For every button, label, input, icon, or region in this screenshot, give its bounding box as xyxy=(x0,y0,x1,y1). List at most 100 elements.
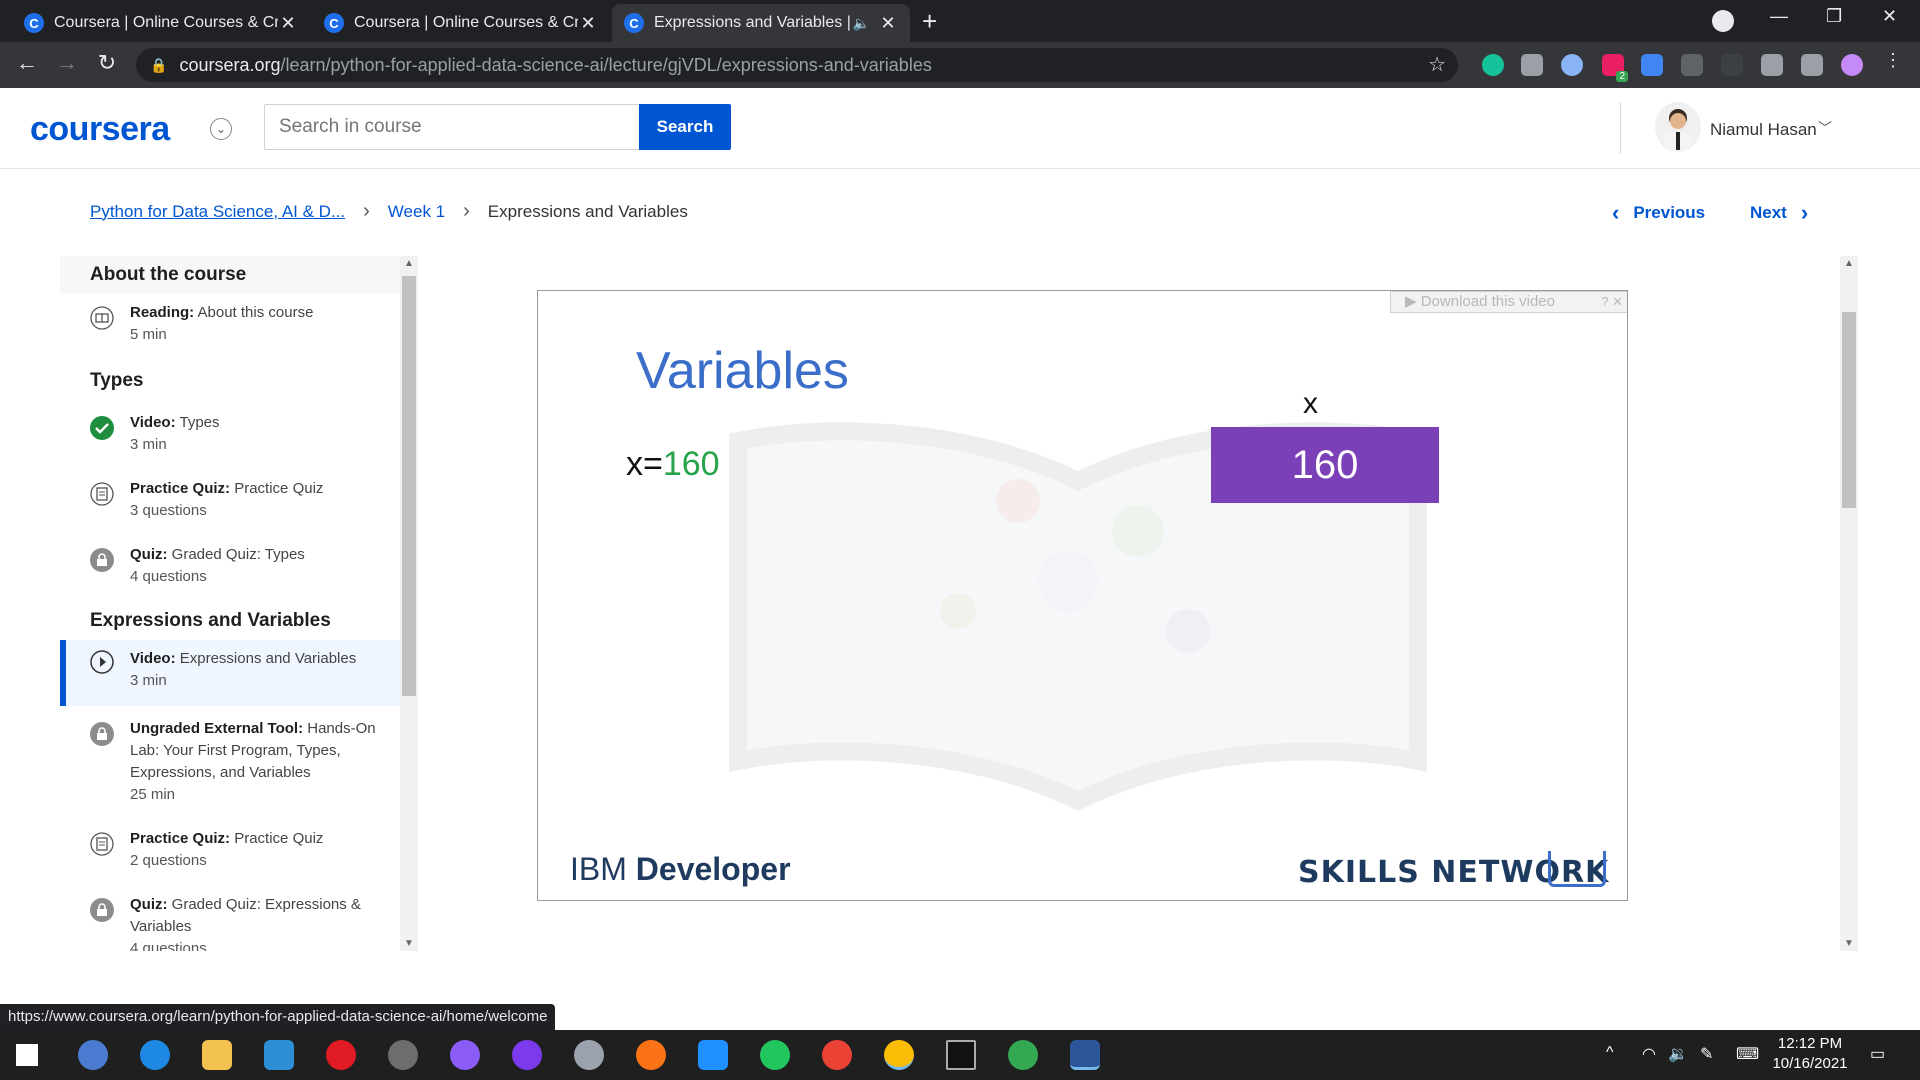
windows-start-icon[interactable] xyxy=(16,1044,38,1066)
maximize-button[interactable]: ❐ xyxy=(1826,6,1842,27)
outline-item[interactable]: Quiz: Graded Quiz: Types 4 questions xyxy=(60,544,400,600)
lock-icon xyxy=(90,548,114,572)
chevron-up-icon[interactable]: ^ xyxy=(1606,1044,1614,1062)
avatar[interactable] xyxy=(1655,102,1701,152)
next-button[interactable]: Next › xyxy=(1750,200,1808,226)
section-title: Expressions and Variables xyxy=(90,610,331,631)
quiz-icon xyxy=(90,832,114,856)
scroll-down-icon[interactable]: ▼ xyxy=(404,938,414,949)
video-player[interactable]: ▶ Download this video ? ✕ Variables x=16… xyxy=(537,290,1628,901)
chevron-right-icon: › xyxy=(363,200,370,222)
extension-badge: 2 xyxy=(1616,71,1628,82)
messenger-icon[interactable] xyxy=(450,1040,480,1070)
back-icon[interactable]: ← xyxy=(12,50,42,76)
profile-avatar-icon[interactable] xyxy=(1841,54,1863,76)
reading-list-icon[interactable] xyxy=(1801,54,1823,76)
item-type: Practice Quiz: xyxy=(130,480,231,497)
browser-tab-active[interactable]: C Expressions and Variables | Coursera 🔈… xyxy=(612,4,910,42)
download-extension-icon[interactable] xyxy=(1641,54,1663,76)
search-button[interactable]: Search xyxy=(639,104,731,150)
camera-extension-icon[interactable] xyxy=(1521,54,1543,76)
volume-icon[interactable]: 🔉 xyxy=(1668,1044,1688,1064)
item-type: Quiz: xyxy=(130,896,168,913)
word-icon[interactable] xyxy=(1070,1040,1100,1070)
puzzle-extensions-icon[interactable] xyxy=(1761,54,1783,76)
app-icon[interactable] xyxy=(760,1040,790,1070)
breadcrumb-course-link[interactable]: Python for Data Science, AI & D... xyxy=(90,202,345,222)
forward-icon[interactable]: → xyxy=(52,50,82,76)
scroll-up-icon[interactable]: ▲ xyxy=(404,258,414,269)
bookmark-star-icon[interactable]: ☆ xyxy=(1428,52,1446,77)
pen-extension-icon[interactable] xyxy=(1721,54,1743,76)
badge-extension-icon[interactable]: 2 xyxy=(1602,54,1628,82)
browser-tab[interactable]: C Coursera | Online Courses & Credential… xyxy=(312,4,610,42)
chevron-down-icon[interactable]: ﹀ xyxy=(1818,118,1832,138)
taskbar-clock[interactable]: 12:12 PM 10/16/2021 xyxy=(1770,1034,1850,1074)
page-scrollbar[interactable]: ▲ ▼ xyxy=(1840,256,1858,951)
scroll-down-icon[interactable]: ▼ xyxy=(1844,938,1854,949)
tab-title: Coursera | Online Courses & Credentials xyxy=(354,14,578,31)
extension-icon[interactable] xyxy=(1561,54,1583,76)
edge-icon[interactable] xyxy=(140,1040,170,1070)
completed-check-icon xyxy=(90,416,114,440)
expression-value: 160 xyxy=(662,445,720,483)
terminal-icon[interactable] xyxy=(946,1040,976,1070)
breadcrumb-week-link[interactable]: Week 1 xyxy=(388,202,445,222)
outline-item[interactable]: Practice Quiz: Practice Quiz 3 questions xyxy=(60,478,400,534)
scrollbar-thumb[interactable] xyxy=(402,276,416,696)
reload-icon[interactable]: ↻ xyxy=(92,50,122,76)
app-icon[interactable] xyxy=(388,1040,418,1070)
chrome-icon[interactable] xyxy=(884,1040,914,1070)
next-label: Next xyxy=(1750,203,1787,222)
notification-icon[interactable]: ▭ xyxy=(1870,1044,1885,1064)
outline-item[interactable]: Reading: About this course 5 min xyxy=(60,302,400,362)
app-icon[interactable] xyxy=(574,1040,604,1070)
outline-item[interactable]: Video: Types 3 min xyxy=(60,412,400,468)
chrome-icon[interactable] xyxy=(1008,1040,1038,1070)
search-input[interactable] xyxy=(264,104,640,150)
outline-item[interactable]: Ungraded External Tool: Hands-On Lab: Yo… xyxy=(60,718,400,814)
profile-tabsearch-icon[interactable] xyxy=(1712,10,1734,32)
close-icon[interactable]: ? ✕ xyxy=(1601,292,1623,312)
keyboard-icon[interactable]: ⌨ xyxy=(1736,1044,1759,1064)
browser-menu-icon[interactable]: ⋮ xyxy=(1884,50,1902,72)
new-tab-button[interactable]: + xyxy=(922,6,937,37)
item-type: Reading: xyxy=(130,304,195,321)
close-window-button[interactable]: ✕ xyxy=(1882,6,1897,27)
qbittorrent-icon[interactable] xyxy=(78,1040,108,1070)
sidebar-scrollbar[interactable]: ▲ ▼ xyxy=(400,256,418,951)
url-path: /learn/python-for-applied-data-science-a… xyxy=(280,54,932,75)
item-meta: 4 questions xyxy=(130,940,207,951)
extension-icon[interactable] xyxy=(1681,54,1703,76)
breadcrumb: Python for Data Science, AI & D... › Wee… xyxy=(90,200,688,223)
scroll-up-icon[interactable]: ▲ xyxy=(1844,258,1854,269)
firefox-icon[interactable] xyxy=(636,1040,666,1070)
address-bar[interactable]: 🔒 coursera.org/learn/python-for-applied-… xyxy=(136,48,1458,82)
download-video-banner[interactable]: ▶ Download this video ? ✕ xyxy=(1390,291,1627,313)
outline-item[interactable]: Practice Quiz: Practice Quiz 2 questions xyxy=(60,828,400,884)
outline-item[interactable]: Quiz: Graded Quiz: Expressions & Variabl… xyxy=(60,894,400,951)
github-desktop-icon[interactable] xyxy=(512,1040,542,1070)
browser-tab[interactable]: C Coursera | Online Courses & Credential… xyxy=(12,4,310,42)
grammarly-extension-icon[interactable] xyxy=(1482,54,1504,76)
user-name[interactable]: Niamul Hasan xyxy=(1710,120,1817,140)
opera-icon[interactable] xyxy=(326,1040,356,1070)
mail-icon[interactable] xyxy=(264,1040,294,1070)
close-tab-icon[interactable]: ✕ xyxy=(578,13,598,34)
close-tab-icon[interactable]: ✕ xyxy=(278,13,298,34)
previous-button[interactable]: ‹ Previous xyxy=(1612,200,1705,226)
vscode-icon[interactable] xyxy=(698,1040,728,1070)
minimize-button[interactable]: — xyxy=(1770,6,1788,27)
pen-icon[interactable]: ✎ xyxy=(1700,1044,1713,1064)
lock-icon xyxy=(90,898,114,922)
close-tab-icon[interactable]: ✕ xyxy=(878,13,898,34)
chrome-icon[interactable] xyxy=(822,1040,852,1070)
chevron-down-icon[interactable]: ⌄ xyxy=(210,118,232,140)
speaker-icon[interactable]: 🔈 xyxy=(853,15,870,32)
file-explorer-icon[interactable] xyxy=(202,1040,232,1070)
coursera-logo[interactable]: coursera xyxy=(30,110,170,149)
item-name: About this course xyxy=(197,304,314,321)
scrollbar-thumb[interactable] xyxy=(1842,312,1856,508)
outline-item-active[interactable]: Video: Expressions and Variables 3 min xyxy=(60,640,400,706)
wifi-icon[interactable]: ◠ xyxy=(1642,1044,1656,1064)
